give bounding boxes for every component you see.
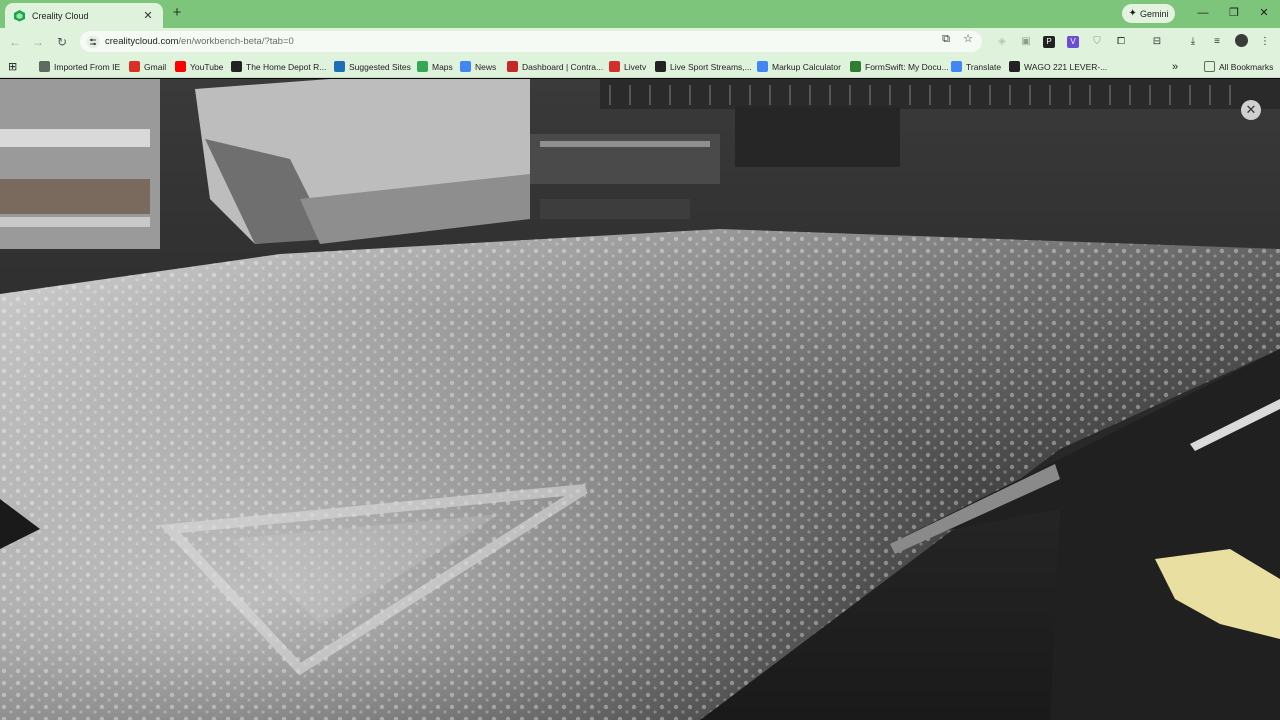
bookmark-label: Gmail — [144, 61, 167, 72]
amazon-icon — [1009, 61, 1020, 72]
sport-icon — [655, 61, 666, 72]
tab-creality-cloud[interactable]: Creality Cloud ✕ — [5, 3, 163, 28]
home-depot-icon — [231, 61, 242, 72]
tab-strip: Creality Cloud ✕ + ✦ Gemini — ❐ ✕ — [0, 0, 1280, 28]
livetv-icon — [609, 61, 620, 72]
bookmark-home-depot[interactable]: The Home Depot R... — [231, 59, 326, 74]
download-icon[interactable]: ⤓ — [1185, 34, 1201, 50]
reading-list-icon[interactable]: ≡ — [1209, 34, 1225, 50]
bookmark-bing[interactable]: Suggested Sites — [334, 59, 411, 74]
bookmark-label: FormSwift: My Docu... — [865, 61, 949, 72]
bookmark-label: Translate — [966, 61, 1002, 72]
browser-toolbar: ← → ↻ crealitycloud.com/en/workbench-bet… — [0, 28, 1280, 55]
bookmark-translate[interactable]: Translate — [951, 59, 1001, 74]
bookmark-sport[interactable]: Live Sport Streams,... — [655, 59, 752, 74]
restore-button[interactable]: ❐ — [1220, 4, 1248, 22]
bookmark-label: News — [475, 61, 497, 72]
gemini-button[interactable]: ✦ Gemini — [1122, 4, 1175, 23]
bookmark-maps[interactable]: Maps — [417, 59, 453, 74]
all-bookmarks-label: All Bookmarks — [1219, 61, 1274, 72]
all-bookmarks-folder[interactable]: All Bookmarks — [1204, 59, 1273, 74]
bookmark-formswift[interactable]: FormSwift: My Docu... — [850, 59, 949, 74]
folder-icon — [1204, 61, 1215, 72]
tab-search-icon[interactable]: ⊟ — [1149, 34, 1165, 50]
dashboard-icon — [507, 61, 518, 72]
bookmark-label: Live Sport Streams,... — [670, 61, 752, 72]
gmail-icon — [129, 61, 140, 72]
forward-button[interactable]: → — [28, 32, 48, 52]
apps-grid-icon[interactable]: ⊞ — [8, 59, 17, 74]
bookmark-label: Markup Calculator — [772, 61, 841, 72]
bookmark-label: WAGO 221 LEVER-... — [1024, 61, 1108, 72]
extension-box-icon[interactable]: ▣ — [1018, 34, 1034, 50]
bookmark-news[interactable]: News — [460, 59, 496, 74]
bookmark-google[interactable]: Markup Calculator — [757, 59, 841, 74]
bookmark-livetv[interactable]: Livetv — [609, 59, 646, 74]
bookmark-folder[interactable]: Imported From IE — [39, 59, 120, 74]
new-tab-button[interactable]: + — [168, 5, 186, 23]
url-path: /en/workbench-beta/?tab=0 — [178, 36, 294, 47]
close-feed-button[interactable]: ✕ — [1241, 100, 1261, 120]
bookmarks-bar: ⊞ Imported From IE Gmail YouTube The Home D… — [0, 55, 1280, 78]
bookmark-dashboard[interactable]: Dashboard | Contra... — [507, 59, 603, 74]
back-button[interactable]: ← — [5, 32, 25, 52]
profile-avatar[interactable] — [1233, 34, 1249, 50]
shield-icon[interactable]: ⛉ — [1089, 34, 1105, 50]
url-domain: crealitycloud.com — [105, 36, 179, 47]
creality-favicon-icon — [14, 10, 25, 22]
tab-title: Creality Cloud — [32, 10, 89, 21]
maps-icon — [417, 61, 428, 72]
bookmark-label: Imported From IE — [54, 61, 121, 72]
bookmarks-overflow-button[interactable]: » — [1172, 59, 1178, 74]
address-bar[interactable]: crealitycloud.com/en/workbench-beta/?tab… — [80, 31, 982, 52]
bookmark-youtube[interactable]: YouTube — [175, 59, 223, 74]
bookmark-label: Dashboard | Contra... — [522, 61, 604, 72]
bookmark-label: Suggested Sites — [349, 61, 411, 72]
google-icon — [757, 61, 768, 72]
reload-button[interactable]: ↻ — [52, 32, 72, 52]
bookmark-label: Livetv — [624, 61, 647, 72]
bookmark-amazon[interactable]: WAGO 221 LEVER-... — [1009, 59, 1107, 74]
menu-kebab-icon[interactable]: ⋮ — [1257, 34, 1273, 50]
formswift-icon — [850, 61, 861, 72]
site-info-icon — [86, 35, 100, 48]
news-icon — [460, 61, 471, 72]
extension-purple-icon[interactable]: V — [1065, 34, 1081, 50]
printer-camera-image — [0, 79, 1280, 720]
bookmark-label: Maps — [432, 61, 453, 72]
translate-icon — [951, 61, 962, 72]
youtube-icon — [175, 61, 186, 72]
tab-close-icon[interactable]: ✕ — [141, 9, 155, 22]
extensions-puzzle-icon[interactable]: ⧠ — [1113, 34, 1129, 50]
gemini-label: Gemini — [1139, 8, 1169, 19]
install-app-icon[interactable]: ⧉ — [939, 32, 953, 46]
minimize-button[interactable]: — — [1189, 4, 1217, 22]
bookmark-star-icon[interactable]: ☆ — [961, 32, 975, 46]
bing-icon — [334, 61, 345, 72]
folder-icon — [39, 61, 50, 72]
url-text: crealitycloud.com/en/workbench-beta/?tab… — [105, 36, 294, 47]
bookmark-label: YouTube — [190, 61, 224, 72]
bookmark-gmail[interactable]: Gmail — [129, 59, 166, 74]
sparkle-icon: ✦ — [1128, 8, 1137, 19]
bookmark-label: The Home Depot R... — [246, 61, 327, 72]
window-close-button[interactable]: ✕ — [1250, 4, 1278, 22]
camera-feed-view — [0, 79, 1280, 720]
extension-faded-icon[interactable]: ◈ — [994, 34, 1010, 50]
extension-p-icon[interactable]: P — [1041, 34, 1057, 50]
